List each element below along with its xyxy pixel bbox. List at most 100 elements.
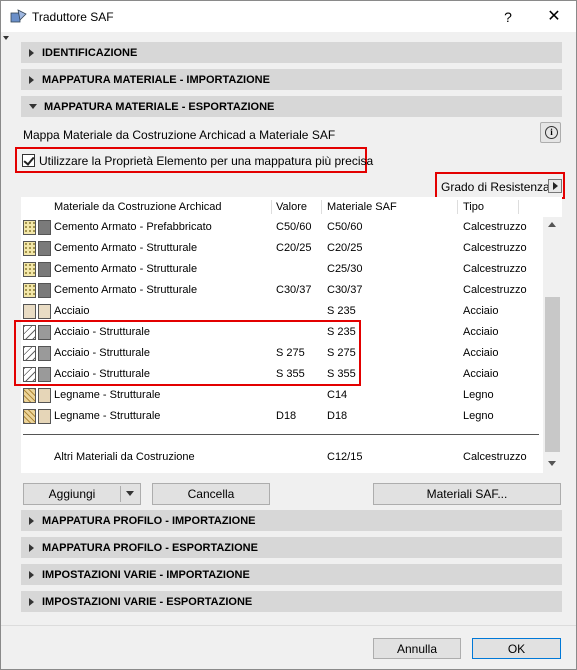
scroll-up-icon[interactable] xyxy=(548,222,556,227)
cell-value: D18 xyxy=(276,410,297,422)
cell-type: Acciaio xyxy=(463,305,499,317)
cell-value: C20/25 xyxy=(276,242,312,254)
section-label: MAPPATURA MATERIALE - ESPORTAZIONE xyxy=(44,100,275,113)
expand-arrow-icon xyxy=(29,543,34,552)
strength-grade-selector[interactable]: Grado di Resistenza xyxy=(435,172,565,199)
cell-saf: C30/37 xyxy=(327,284,363,296)
strength-grade-label[interactable]: Grado di Resistenza xyxy=(441,180,550,194)
column-divider xyxy=(271,200,272,214)
cell-saf: C20/25 xyxy=(327,242,363,254)
cell-saf: C25/30 xyxy=(327,263,363,275)
cell-type: Calcestruzzo xyxy=(463,284,527,296)
material-color-icon xyxy=(38,304,51,319)
table-row[interactable]: Acciaio S 235 Acciaio xyxy=(21,301,542,322)
footer-divider xyxy=(1,625,576,626)
table-row[interactable]: Cemento Armato - Prefabbricato C50/60 C50/… xyxy=(21,217,542,238)
play-arrow-icon[interactable] xyxy=(548,179,562,193)
expand-arrow-icon xyxy=(29,597,34,606)
scrollbar-thumb[interactable] xyxy=(545,297,560,452)
cell-type: Acciaio xyxy=(463,368,499,380)
column-header-value[interactable]: Valore xyxy=(276,201,307,213)
table-row[interactable]: Cemento Armato - Strutturale C25/30 Calces… xyxy=(21,259,542,280)
element-property-checkbox[interactable] xyxy=(22,154,35,167)
collapse-marker-icon xyxy=(3,36,9,40)
table-header: Materiale da Costruzione Archicad Valore… xyxy=(21,197,542,217)
section-material-import[interactable]: MAPPATURA MATERIALE - IMPORTAZIONE xyxy=(21,69,562,90)
column-header-saf[interactable]: Materiale SAF xyxy=(327,201,397,213)
table-scrollbar[interactable] xyxy=(543,217,562,473)
cell-type: Acciaio xyxy=(463,326,499,338)
cell-saf: D18 xyxy=(327,410,348,422)
cell-material: Cemento Armato - Strutturale xyxy=(54,242,198,254)
cancel-button[interactable]: Annulla xyxy=(373,638,461,659)
column-divider xyxy=(518,200,519,214)
column-divider xyxy=(321,200,322,214)
section-label: IMPOSTAZIONI VARIE - ESPORTAZIONE xyxy=(42,595,253,608)
cell-material: Cemento Armato - Strutturale xyxy=(54,284,198,296)
section-profile-import[interactable]: MAPPATURA PROFILO - IMPORTAZIONE xyxy=(21,510,562,531)
cell-type: Calcestruzzo xyxy=(463,451,527,463)
table-row[interactable]: Legname - Strutturale C14 Legno xyxy=(21,385,542,406)
cell-material: Cemento Armato - Prefabbricato xyxy=(54,221,212,233)
column-header-type[interactable]: Tipo xyxy=(463,201,484,213)
cell-material: Altri Materiali da Costruzione xyxy=(54,451,195,463)
saf-materials-button[interactable]: Materiali SAF... xyxy=(373,483,561,505)
window-title: Traduttore SAF xyxy=(32,10,114,24)
cell-value: C30/37 xyxy=(276,284,312,296)
cell-value: C50/60 xyxy=(276,221,312,233)
cell-saf: S 235 xyxy=(327,305,356,317)
table-divider xyxy=(23,434,539,435)
button-divider xyxy=(120,486,121,502)
expand-arrow-icon xyxy=(29,75,34,84)
help-button[interactable]: ? xyxy=(493,6,523,28)
section-misc-export[interactable]: IMPOSTAZIONI VARIE - ESPORTAZIONE xyxy=(21,591,562,612)
cell-saf: C50/60 xyxy=(327,221,363,233)
section-profile-export[interactable]: MAPPATURA PROFILO - ESPORTAZIONE xyxy=(21,537,562,558)
section-material-export[interactable]: MAPPATURA MATERIALE - ESPORTAZIONE xyxy=(21,96,562,117)
ok-button[interactable]: OK xyxy=(472,638,561,659)
element-property-label[interactable]: Utilizzare la Proprietà Elemento per una… xyxy=(39,154,373,168)
mapping-description: Mappa Materiale da Costruzione Archicad … xyxy=(23,128,336,142)
cell-type: Calcestruzzo xyxy=(463,263,527,275)
section-label: MAPPATURA PROFILO - ESPORTAZIONE xyxy=(42,541,258,554)
info-icon: i xyxy=(545,126,558,139)
add-button-label[interactable]: Aggiungi xyxy=(24,484,120,504)
cell-type: Calcestruzzo xyxy=(463,221,527,233)
cell-type: Legno xyxy=(463,389,494,401)
material-color-icon xyxy=(38,262,51,277)
expand-arrow-icon xyxy=(29,516,34,525)
column-header-material[interactable]: Materiale da Costruzione Archicad xyxy=(54,201,222,213)
cell-material: Cemento Armato - Strutturale xyxy=(54,263,198,275)
table-row-other[interactable]: Altri Materiali da Costruzione C12/15 Ca… xyxy=(21,447,542,468)
table-row[interactable]: Cemento Armato - Strutturale C20/25 C20/25… xyxy=(21,238,542,259)
cell-saf: C14 xyxy=(327,389,348,401)
cell-material: Legname - Strutturale xyxy=(54,389,161,401)
cell-type: Calcestruzzo xyxy=(463,242,527,254)
cell-saf: C12/15 xyxy=(327,451,363,463)
title-bar: Traduttore SAF ? ✕ xyxy=(1,1,576,32)
cell-material: Legname - Strutturale xyxy=(54,410,161,422)
fill-swatch-icon xyxy=(23,220,36,235)
add-button[interactable]: Aggiungi xyxy=(23,483,141,505)
table-row[interactable]: Legname - Strutturale D18 D18 Legno xyxy=(21,406,542,427)
expand-arrow-icon xyxy=(29,48,34,57)
section-identificazione[interactable]: IDENTIFICAZIONE xyxy=(21,42,562,63)
material-color-icon xyxy=(38,241,51,256)
section-label: IMPOSTAZIONI VARIE - IMPORTAZIONE xyxy=(42,568,250,581)
close-button[interactable]: ✕ xyxy=(539,6,569,28)
chevron-down-icon[interactable] xyxy=(126,491,134,496)
fill-swatch-icon xyxy=(23,304,36,319)
column-divider xyxy=(457,200,458,214)
material-color-icon xyxy=(38,283,51,298)
material-color-icon xyxy=(38,388,51,403)
fill-swatch-icon xyxy=(23,241,36,256)
scroll-down-icon[interactable] xyxy=(548,461,556,466)
fill-swatch-icon xyxy=(23,262,36,277)
table-row[interactable]: Cemento Armato - Strutturale C30/37 C30/37… xyxy=(21,280,542,301)
expand-arrow-icon xyxy=(29,570,34,579)
section-misc-import[interactable]: IMPOSTAZIONI VARIE - IMPORTAZIONE xyxy=(21,564,562,585)
delete-button[interactable]: Cancella xyxy=(152,483,270,505)
element-property-option: Utilizzare la Proprietà Elemento per una… xyxy=(15,147,373,173)
cell-material: Acciaio xyxy=(54,305,90,317)
info-button[interactable]: i xyxy=(540,122,561,143)
